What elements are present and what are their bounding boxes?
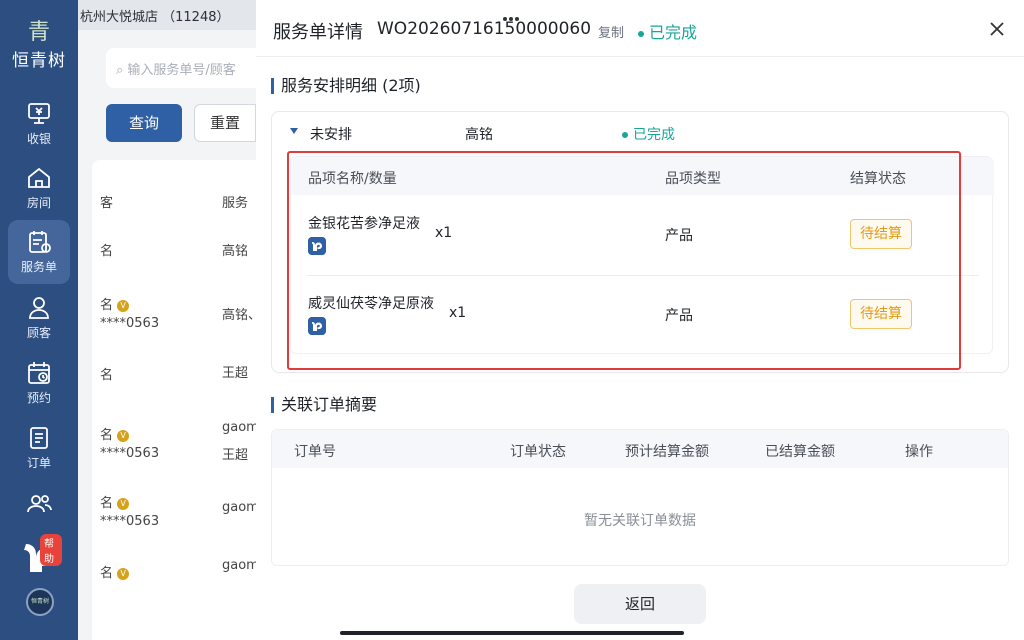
service-order-icon bbox=[29, 231, 51, 253]
close-icon[interactable] bbox=[986, 18, 1008, 40]
sidebar-item-order[interactable]: 订单 bbox=[8, 416, 70, 480]
vip-icon: V bbox=[117, 497, 130, 510]
service-cell: 王超 bbox=[222, 448, 249, 463]
sidebar-item-label: 房间 bbox=[26, 196, 51, 210]
reset-button[interactable]: 重置 bbox=[194, 104, 256, 142]
customer-name: 名 bbox=[100, 496, 114, 511]
sidebar-item-cashier[interactable]: 收银 bbox=[8, 92, 70, 156]
service-cell: 高铭 bbox=[222, 244, 249, 259]
customer-name: 名 bbox=[100, 428, 114, 443]
sidebar-item-room[interactable]: 房间 bbox=[8, 156, 70, 220]
column-header-service: 服务 bbox=[222, 196, 249, 211]
customer-cell: 名 V bbox=[100, 492, 130, 511]
cashier-icon bbox=[28, 103, 50, 124]
customer-cell: 名 bbox=[100, 244, 114, 259]
column-header-settled-amount: 已结算金额 bbox=[765, 444, 835, 460]
customer-cell: 名 V bbox=[100, 294, 130, 313]
section-title-related-orders: 关联订单摘要 bbox=[271, 397, 377, 413]
sidebar-item-service-order[interactable]: 服务单 bbox=[8, 220, 70, 284]
group-status-text: 已完成 bbox=[633, 127, 675, 143]
sidebar-item-label: 订单 bbox=[26, 456, 51, 470]
help-button[interactable]: 帮助 bbox=[18, 534, 62, 574]
vip-icon: V bbox=[117, 299, 130, 312]
customer-phone: ****0563 bbox=[100, 446, 160, 461]
service-order-table: 客 服务 名 高铭 名 V ****0563 高铭、 名 王超 名 V ****… bbox=[92, 160, 261, 640]
arrangement-status: 未安排 bbox=[310, 127, 352, 143]
return-button[interactable]: 返回 bbox=[574, 584, 706, 624]
sidebar: 青 恒青树 收银 房间 服务单 顾客 预约 订单 帮助 恒青树 bbox=[0, 0, 78, 640]
logo-mark: 青 bbox=[27, 20, 50, 45]
table-header: 订单号 订单状态 预计结算金额 已结算金额 操作 bbox=[272, 430, 1008, 468]
users-icon bbox=[27, 495, 52, 513]
sidebar-item-label: 服务单 bbox=[20, 260, 57, 274]
header-divider bbox=[256, 56, 1024, 57]
query-button[interactable]: 查询 bbox=[106, 104, 182, 142]
status-dot-icon bbox=[622, 132, 628, 138]
sidebar-item-appointment[interactable]: 预约 bbox=[8, 351, 70, 415]
customer-icon bbox=[29, 297, 49, 319]
customer-name: 名 bbox=[100, 298, 114, 313]
home-indicator bbox=[340, 631, 684, 635]
order-number: WO20260716150000060 bbox=[377, 19, 592, 39]
column-header-action: 操作 bbox=[905, 444, 933, 460]
customer-cell: 名 V bbox=[100, 424, 130, 443]
customer-phone: ****0563 bbox=[100, 316, 160, 331]
customer-cell: 名 V bbox=[100, 562, 130, 581]
help-badge: 帮助 bbox=[40, 534, 62, 566]
service-cell: 王超 bbox=[222, 366, 249, 381]
empty-state-text: 暂无关联订单数据 bbox=[584, 513, 696, 529]
collapse-toggle-icon[interactable] bbox=[290, 128, 298, 134]
sidebar-item-customer[interactable]: 顾客 bbox=[8, 286, 70, 350]
drawer-title: 服务单详情 bbox=[273, 22, 363, 43]
service-order-detail-drawer: 服务单详情 WO20260716150000060 复制 已完成 服务安排明细 … bbox=[256, 0, 1024, 640]
staff-name: 高铭 bbox=[465, 127, 493, 143]
customer-name: 名 bbox=[100, 566, 114, 581]
related-orders-table: 订单号 订单状态 预计结算金额 已结算金额 操作 暂无关联订单数据 bbox=[271, 429, 1009, 566]
search-input[interactable]: ⌕ 输入服务单号/顾客 bbox=[106, 48, 256, 88]
app-logo: 青 恒青树 bbox=[0, 20, 78, 72]
background-page: 杭州大悦城店 （11248） ⌕ 输入服务单号/顾客 查询 重置 客 服务 名 … bbox=[78, 0, 261, 640]
status-text: 已完成 bbox=[649, 23, 698, 42]
section-title-service-arrangement: 服务安排明细 (2项) bbox=[271, 78, 421, 94]
copy-button[interactable]: 复制 bbox=[598, 22, 624, 41]
vip-icon: V bbox=[117, 567, 130, 580]
service-cell: gaom bbox=[222, 558, 259, 573]
more-handle-icon[interactable] bbox=[502, 6, 522, 21]
mini-brand-logo: 恒青树 bbox=[26, 588, 54, 616]
vip-icon: V bbox=[117, 429, 130, 442]
home-icon bbox=[28, 167, 50, 188]
service-cell: gaom bbox=[222, 420, 259, 435]
customer-phone: ****0563 bbox=[100, 514, 160, 529]
brand-name: 恒青树 bbox=[12, 51, 66, 71]
order-icon bbox=[30, 427, 48, 449]
column-header-order-status: 订单状态 bbox=[510, 444, 566, 460]
store-name: 杭州大悦城店 （11248） bbox=[78, 0, 256, 30]
service-cell: gaom bbox=[222, 500, 259, 515]
customer-cell: 名 bbox=[100, 368, 114, 383]
status-dot-icon bbox=[638, 30, 644, 37]
status-badge: 已完成 bbox=[638, 19, 697, 43]
search-placeholder: 输入服务单号/顾客 bbox=[127, 63, 236, 78]
highlight-box bbox=[287, 151, 961, 370]
column-header-order-no: 订单号 bbox=[294, 444, 336, 460]
group-status-badge: 已完成 bbox=[622, 124, 675, 144]
sidebar-item-label: 收银 bbox=[26, 132, 51, 146]
sidebar-item-label: 顾客 bbox=[26, 326, 51, 340]
search-icon: ⌕ bbox=[116, 63, 128, 78]
column-header-customer: 客 bbox=[100, 196, 114, 211]
column-header-expected-amount: 预计结算金额 bbox=[625, 444, 709, 460]
calendar-icon bbox=[28, 362, 50, 384]
sidebar-item-label: 预约 bbox=[26, 391, 51, 405]
sidebar-item-staff[interactable] bbox=[8, 482, 70, 522]
